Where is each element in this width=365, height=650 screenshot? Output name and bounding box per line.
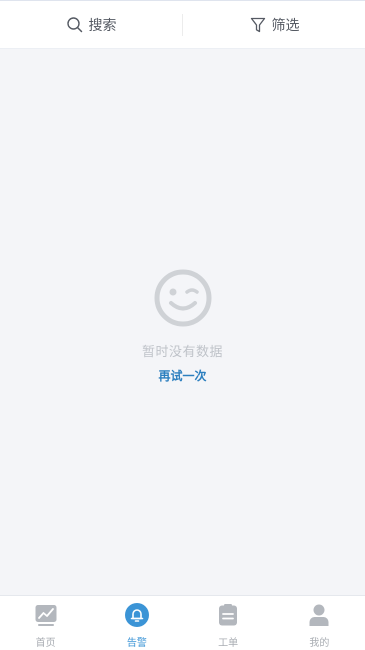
smiley-icon [154, 269, 211, 327]
filter-button[interactable]: 筛选 [183, 1, 365, 48]
search-label: 搜索 [88, 17, 117, 34]
nav-item-alarm[interactable]: 告警 [91, 596, 182, 650]
user-icon [309, 604, 329, 626]
top-toolbar: 搜索 筛选 [0, 0, 365, 49]
retry-button[interactable]: 再试一次 [158, 367, 206, 384]
search-icon [66, 16, 84, 34]
bottom-nav: 首页 告警 工单 我的 [0, 595, 365, 650]
filter-label: 筛选 [271, 17, 300, 34]
bell-icon [124, 603, 149, 627]
clipboard-icon [219, 604, 238, 626]
nav-label-workorder: 工单 [218, 638, 239, 649]
search-button[interactable]: 搜索 [0, 1, 182, 48]
empty-message: 暂时没有数据 [141, 345, 223, 360]
nav-label-home: 首页 [35, 638, 56, 649]
nav-item-profile[interactable]: 我的 [274, 596, 365, 650]
nav-item-home[interactable]: 首页 [0, 596, 91, 650]
filter-icon [249, 16, 267, 34]
empty-state: 暂时没有数据 再试一次 [0, 268, 365, 384]
app-screen: 搜索 筛选 暂时没有数据 再试一次 首页 告警 工单 我的 [0, 0, 365, 650]
trend-chart-icon [35, 605, 57, 626]
nav-item-workorder[interactable]: 工单 [183, 596, 274, 650]
nav-label-profile: 我的 [309, 638, 330, 649]
nav-label-alarm: 告警 [126, 638, 147, 649]
